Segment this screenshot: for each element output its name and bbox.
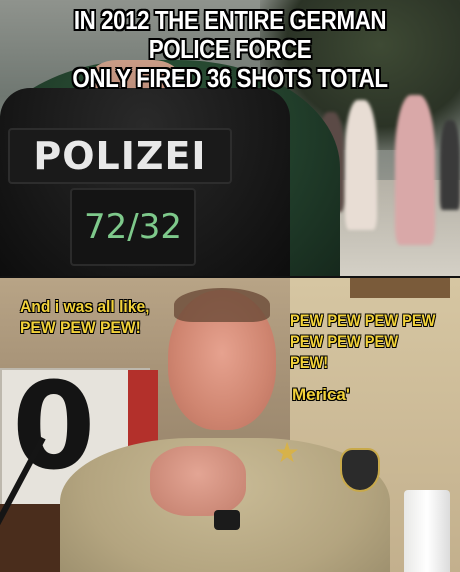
unit-number-text: 72/32	[84, 207, 182, 247]
bottom-panel-photo: 0 ★ And i was all like, PEW PEW PEW! PEW…	[0, 278, 460, 572]
unit-number-patch: 72/32	[70, 188, 196, 266]
top-caption: IN 2012 THE ENTIRE GERMAN POLICE FORCE O…	[32, 6, 428, 93]
crowd-person	[395, 95, 435, 245]
wristwatch	[214, 510, 240, 530]
polizei-patch: POLIZEI	[8, 128, 232, 184]
top-caption-line1: IN 2012 THE ENTIRE GERMAN POLICE FORCE	[73, 5, 387, 64]
caption-merica: Merica'	[292, 385, 350, 404]
polizei-patch-text: POLIZEI	[33, 134, 207, 178]
crowd-person	[345, 100, 377, 230]
meme-image: POLIZEI 72/32 IN 2012 THE ENTIRE GERMAN …	[0, 0, 460, 572]
star-badge-icon: ★	[274, 437, 300, 468]
crowd-person	[440, 120, 460, 210]
paper-cups	[404, 490, 450, 572]
top-caption-line2: ONLY FIRED 36 SHOTS TOTAL	[72, 63, 388, 93]
top-panel-photo: POLIZEI 72/32 IN 2012 THE ENTIRE GERMAN …	[0, 0, 460, 276]
officer-hair	[174, 288, 270, 322]
caption-left: And i was all like, PEW PEW PEW!	[20, 297, 150, 337]
wall-frame	[350, 278, 450, 298]
shoulder-patch	[340, 448, 380, 492]
caption-right: PEW PEW PEW PEW PEW PEW PEW PEW!	[290, 311, 436, 372]
finger-gun-hands	[150, 446, 246, 516]
